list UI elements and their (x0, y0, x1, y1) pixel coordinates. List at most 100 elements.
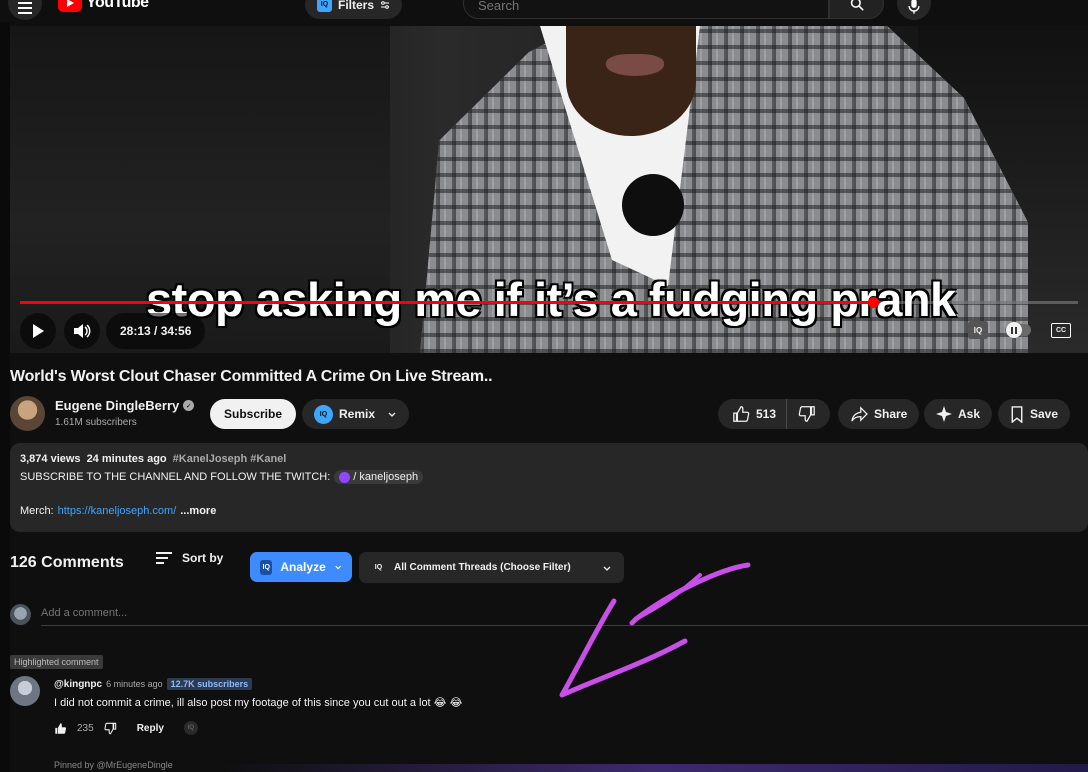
like-button[interactable]: 513 (718, 399, 788, 429)
autoplay-toggle-track (1005, 322, 1031, 338)
sort-by-button[interactable]: Sort by (156, 551, 223, 565)
youtube-play-icon (58, 0, 82, 12)
video-frame-face (566, 26, 696, 136)
merch-line: Merch: https://kaneljoseph.com/ ...more (20, 505, 216, 517)
ask-button[interactable]: Ask (924, 399, 993, 429)
share-icon (851, 406, 868, 422)
upload-time: 24 minutes ago (86, 453, 167, 465)
top-bar: YouTube IQ Filters (0, 0, 1088, 22)
twitch-handle: / kaneljoseph (353, 471, 419, 483)
description-text: SUBSCRIBE TO THE CHANNEL AND FOLLOW THE … (20, 471, 331, 483)
bookmark-icon (1011, 405, 1023, 423)
twitch-link[interactable]: / kaneljoseph (334, 470, 424, 484)
search-button[interactable] (829, 0, 884, 19)
comment-time[interactable]: 6 minutes ago (106, 679, 163, 689)
highlighted-comment-badge: Highlighted comment (10, 655, 103, 669)
add-comment-row (10, 602, 1088, 626)
video-frame-microphone (622, 174, 684, 236)
video-frame-mouth (606, 54, 664, 76)
comments-count: 126 Comments (10, 554, 124, 571)
search-input[interactable] (478, 0, 814, 13)
description-line: SUBSCRIBE TO THE CHANNEL AND FOLLOW THE … (20, 470, 1078, 484)
chevron-down-icon (388, 412, 396, 417)
iq-icon: IQ (374, 564, 383, 571)
cc-icon: CC (1051, 322, 1071, 338)
iq-icon: IQ (968, 321, 988, 339)
thumbs-up-icon[interactable] (54, 722, 67, 735)
microphone-icon (908, 0, 920, 14)
comment-actions: 235 Reply IQ (54, 721, 198, 735)
subscribe-button[interactable]: Subscribe (210, 399, 297, 429)
search-icon (850, 0, 864, 11)
channel-row: Eugene DingleBerry ✓ 1.61M subscribers S… (10, 396, 1088, 432)
annotation-arrow-head (559, 598, 688, 698)
bottom-gradient (220, 764, 1088, 772)
comment-text: I did not commit a crime, ill also post … (54, 697, 463, 709)
volume-icon (74, 324, 91, 338)
sparkle-icon (936, 406, 952, 422)
channel-name-row[interactable]: Eugene DingleBerry ✓ (55, 398, 195, 413)
comment-like-count: 235 (77, 722, 94, 734)
like-dislike-group: 513 (718, 399, 830, 429)
user-avatar (10, 603, 31, 625)
channel-avatar[interactable] (10, 396, 45, 431)
pinned-note: Pinned by @MrEugeneDingle (54, 760, 173, 770)
play-icon (33, 324, 44, 338)
iq-player-button[interactable]: IQ (967, 320, 989, 340)
save-button[interactable]: Save (998, 399, 1071, 429)
progress-bar[interactable] (20, 297, 1078, 308)
burned-in-caption: stop asking me if it’s a fudging prank (146, 273, 956, 326)
youtube-wordmark: YouTube (86, 0, 149, 11)
iq-icon: IQ (260, 559, 273, 575)
chevron-down-icon (335, 565, 341, 570)
subscriber-badge: 12.7K subscribers (166, 678, 253, 690)
iq-icon: IQ (314, 404, 333, 424)
remix-button[interactable]: IQ Remix (302, 399, 410, 429)
autoplay-toggle[interactable] (1004, 320, 1032, 340)
share-button[interactable]: Share (838, 399, 920, 429)
sort-label: Sort by (182, 551, 224, 565)
comment-author[interactable]: @kingnpc (54, 679, 102, 690)
search-box[interactable] (463, 0, 829, 19)
merch-link[interactable]: https://kaneljoseph.com/ (58, 505, 177, 517)
verified-icon: ✓ (183, 400, 195, 411)
reply-button[interactable]: Reply (127, 723, 174, 734)
sort-icon (156, 552, 172, 564)
voice-search-button[interactable] (897, 0, 931, 20)
volume-button[interactable] (64, 313, 100, 349)
hashtags[interactable]: #KanelJoseph #Kanel (173, 453, 287, 465)
iq-icon: IQ (317, 0, 332, 12)
video-player[interactable]: stop asking me if it’s a fudging prank 2… (10, 26, 1088, 353)
show-more-button[interactable]: ...more (180, 505, 216, 517)
filters-button[interactable]: IQ Filters (305, 0, 403, 19)
analyze-label: Analyze (280, 560, 326, 574)
play-button[interactable] (20, 313, 56, 349)
description-box[interactable]: 3,874 views 24 minutes ago #KanelJoseph … (10, 443, 1088, 532)
thumbs-down-icon (798, 406, 815, 422)
window-edge (0, 22, 10, 772)
annotation-arrow (559, 562, 751, 698)
ask-label: Ask (958, 407, 981, 421)
view-count: 3,874 views (20, 453, 81, 465)
comment-author-avatar[interactable] (10, 676, 40, 706)
analyze-button[interactable]: IQ Analyze (250, 552, 352, 582)
comment-header: @kingnpc 6 minutes ago 12.7K subscribers (54, 678, 253, 690)
menu-icon[interactable] (8, 0, 42, 20)
channel-name[interactable]: Eugene DingleBerry (55, 398, 179, 413)
description-meta: 3,874 views 24 minutes ago #KanelJoseph … (20, 453, 1078, 465)
thumbs-up-icon (733, 406, 750, 422)
filters-label: Filters (338, 0, 375, 12)
captions-button[interactable]: CC (1050, 320, 1072, 340)
dislike-button[interactable] (787, 399, 827, 429)
subscriber-count: 1.61M subscribers (55, 417, 137, 428)
progress-fill (20, 301, 875, 304)
youtube-logo[interactable]: YouTube (58, 0, 149, 12)
sliders-icon (381, 0, 390, 9)
filter-label: All Comment Threads (Choose Filter) (394, 562, 571, 573)
iq-icon[interactable]: IQ (183, 721, 198, 735)
video-title: World's Worst Clout Chaser Committed A C… (10, 368, 493, 385)
thumbs-down-icon[interactable] (104, 722, 117, 735)
like-count: 513 (756, 407, 777, 421)
share-label: Share (874, 407, 908, 421)
time-display: 28:13 / 34:56 (106, 313, 206, 349)
